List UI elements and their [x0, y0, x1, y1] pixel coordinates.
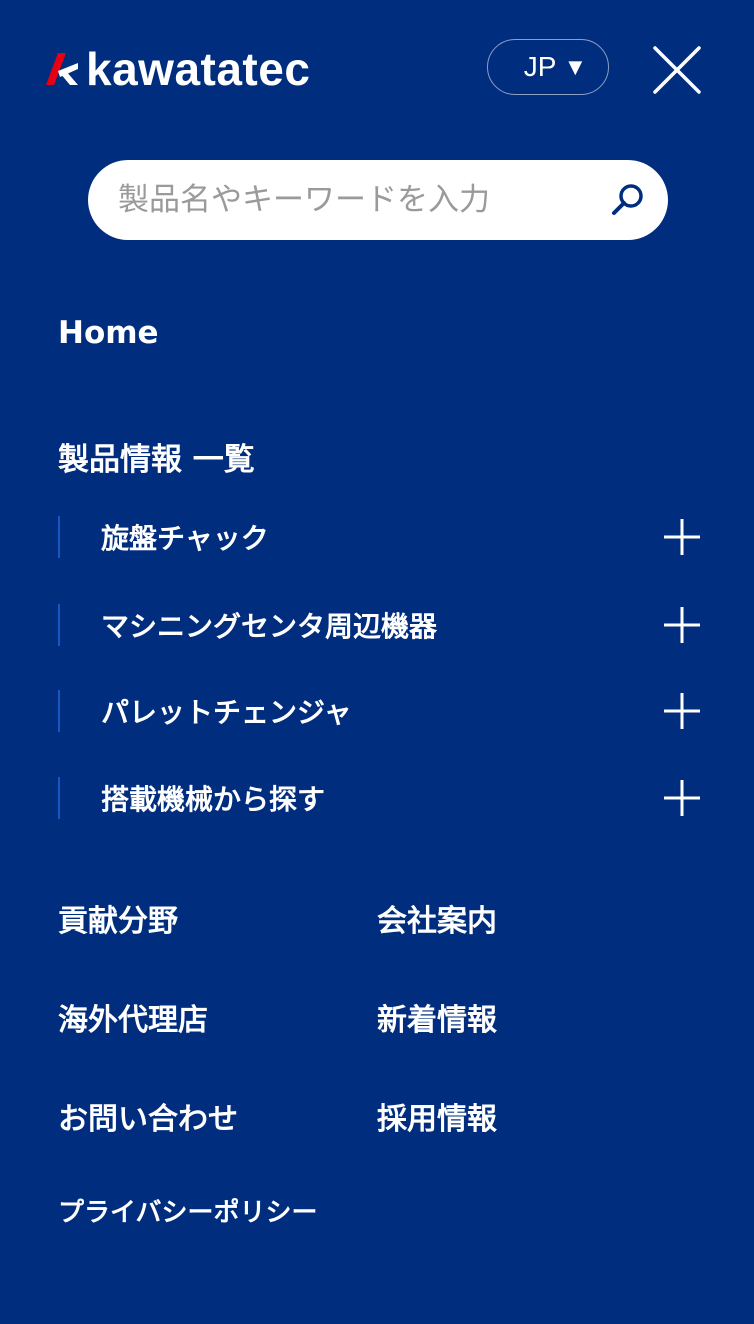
logo-mark-icon [44, 49, 84, 89]
nav-home-link[interactable]: Home [58, 315, 159, 351]
product-category-lathe-chuck[interactable]: 旋盤チャック [58, 516, 700, 558]
plus-icon[interactable] [664, 607, 700, 643]
search-input[interactable] [118, 170, 610, 230]
logo-text: kawatatec [86, 43, 311, 95]
nav-link-contact[interactable]: お問い合わせ [58, 1094, 238, 1138]
nav-products-link[interactable]: 製品情報 一覧 [58, 434, 255, 479]
nav-link-overseas-agents[interactable]: 海外代理店 [58, 995, 208, 1039]
product-category-label: パレットチェンジャ [101, 696, 352, 729]
product-category-machining-center[interactable]: マシニングセンタ周辺機器 [58, 604, 700, 646]
nav-link-contribution[interactable]: 貢献分野 [58, 896, 178, 940]
plus-icon[interactable] [664, 693, 700, 729]
language-selector[interactable]: JP ▼ [487, 39, 609, 95]
nav-link-privacy-policy[interactable]: プライバシーポリシー [58, 1192, 317, 1229]
search-box [88, 160, 668, 240]
product-category-pallet-changer[interactable]: パレットチェンジャ [58, 690, 700, 732]
site-logo[interactable]: kawatatec [44, 44, 310, 94]
search-icon[interactable] [610, 182, 646, 218]
close-menu-button[interactable] [652, 45, 702, 95]
product-category-label: 旋盤チャック [101, 522, 269, 555]
product-category-label: 搭載機械から探す [101, 783, 326, 816]
plus-icon[interactable] [664, 780, 700, 816]
nav-link-company[interactable]: 会社案内 [377, 896, 497, 940]
caret-down-icon: ▼ [568, 56, 583, 78]
language-label: JP [523, 51, 557, 82]
product-category-by-machine[interactable]: 搭載機械から探す [58, 777, 700, 819]
product-category-label: マシニングセンタ周辺機器 [101, 610, 438, 643]
plus-icon[interactable] [664, 519, 700, 555]
close-icon [653, 46, 701, 94]
nav-link-news[interactable]: 新着情報 [377, 995, 497, 1039]
nav-link-recruit[interactable]: 採用情報 [377, 1094, 497, 1138]
